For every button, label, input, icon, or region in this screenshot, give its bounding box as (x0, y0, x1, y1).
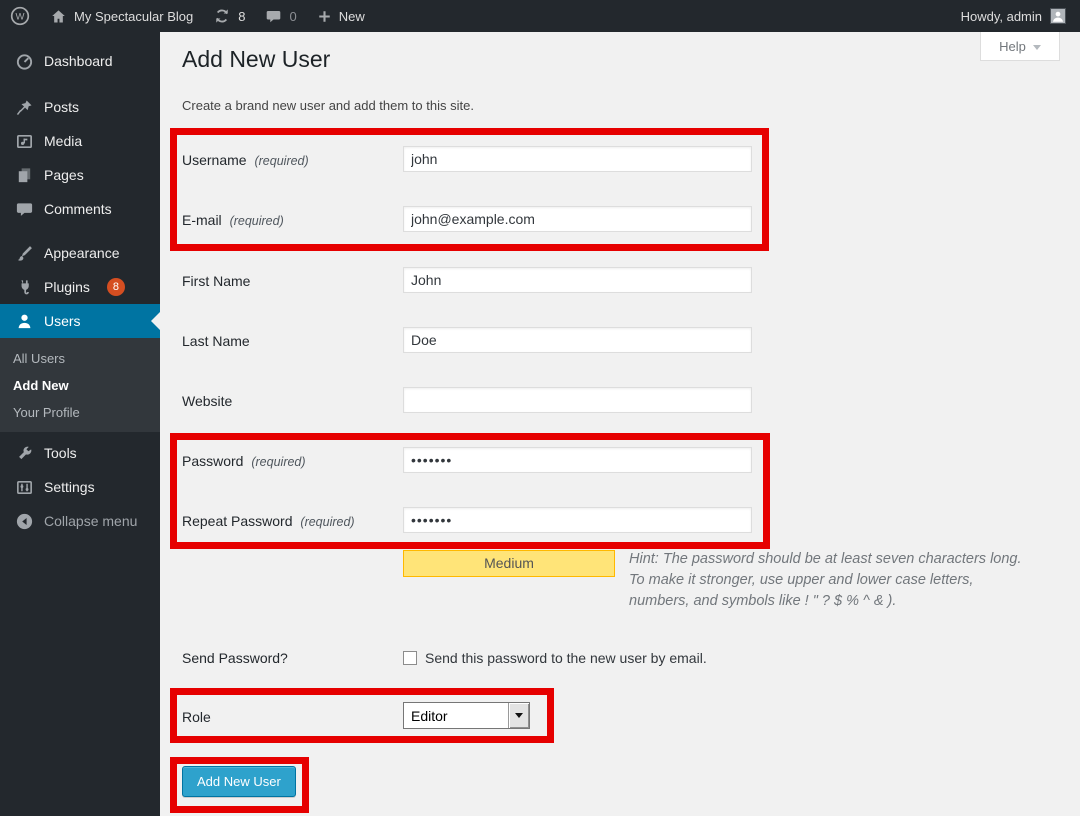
sidebar-item-appearance[interactable]: Appearance (0, 236, 160, 270)
submenu-item-your-profile[interactable]: Your Profile (0, 399, 160, 426)
settings-icon (14, 477, 34, 497)
required-hint: (required) (300, 515, 354, 529)
collapse-menu-button[interactable]: Collapse menu (0, 504, 160, 538)
users-submenu: All Users Add New Your Profile (0, 338, 160, 432)
wordpress-menu[interactable]: W (0, 0, 40, 32)
username-input[interactable] (403, 146, 752, 172)
users-icon (14, 311, 34, 331)
howdy-text: Howdy, admin (961, 9, 1042, 24)
sidebar-item-media[interactable]: Media (0, 124, 160, 158)
select-arrow-icon (515, 713, 523, 718)
media-icon (14, 131, 34, 151)
repeat-password-label-text: Repeat Password (182, 513, 293, 529)
role-selected-value: Editor (404, 703, 508, 728)
sidebar-item-posts[interactable]: Posts (0, 90, 160, 124)
repeat-password-label: Repeat Password (required) (182, 513, 355, 529)
repeat-password-input[interactable] (403, 507, 752, 533)
last-name-input[interactable] (403, 327, 752, 353)
sidebar-item-plugins[interactable]: Plugins 8 (0, 270, 160, 304)
password-label-text: Password (182, 453, 243, 469)
posts-icon (14, 97, 34, 117)
comments-link[interactable]: 0 (255, 0, 306, 32)
comments-icon (14, 199, 34, 219)
sidebar-item-label: Appearance (44, 245, 120, 261)
plugins-icon (14, 277, 34, 297)
sidebar-item-label: Media (44, 133, 82, 149)
sidebar-item-tools[interactable]: Tools (0, 436, 160, 470)
send-password-checkbox[interactable] (403, 651, 417, 665)
sidebar-item-label: Comments (44, 201, 112, 217)
comments-bubble-icon (265, 8, 282, 25)
sidebar-item-label: Users (44, 313, 81, 329)
sidebar-item-users[interactable]: Users (0, 304, 160, 338)
website-label: Website (182, 393, 232, 409)
chevron-down-icon (1033, 45, 1041, 50)
plugins-update-badge: 8 (107, 278, 125, 296)
submenu-item-add-new[interactable]: Add New (0, 372, 160, 399)
page-title: Add New User (182, 46, 330, 73)
sidebar-item-label: Posts (44, 99, 79, 115)
account-menu[interactable]: Howdy, admin (961, 0, 1080, 32)
tools-icon (14, 443, 34, 463)
sidebar-item-settings[interactable]: Settings (0, 470, 160, 504)
username-label-text: Username (182, 152, 247, 168)
email-input[interactable] (403, 206, 752, 232)
updates-icon (213, 7, 231, 25)
sidebar-item-label: Plugins (44, 279, 90, 295)
password-strength-indicator: Medium (403, 550, 615, 577)
required-hint: (required) (230, 214, 284, 228)
admin-bar: W My Spectacular Blog 8 0 New (0, 0, 1080, 32)
help-label: Help (999, 39, 1026, 54)
send-password-label: Send Password? (182, 650, 288, 666)
comments-count: 0 (289, 9, 296, 24)
sidebar-item-dashboard[interactable]: Dashboard (0, 44, 160, 78)
select-arrow-button (508, 703, 529, 728)
sidebar-item-label: Pages (44, 167, 84, 183)
site-name-link[interactable]: My Spectacular Blog (40, 0, 203, 32)
website-input[interactable] (403, 387, 752, 413)
password-hint-text: Hint: The password should be at least se… (629, 551, 1022, 609)
email-label: E-mail (required) (182, 212, 284, 228)
first-name-input[interactable] (403, 267, 752, 293)
appearance-icon (14, 243, 34, 263)
sidebar-item-label: Dashboard (44, 53, 113, 69)
avatar (1050, 8, 1066, 24)
new-label: New (339, 9, 365, 24)
collapse-menu-label: Collapse menu (44, 513, 137, 529)
first-name-label: First Name (182, 273, 250, 289)
required-hint: (required) (251, 455, 305, 469)
send-password-checkbox-text: Send this password to the new user by em… (425, 650, 707, 666)
admin-bar-left: W My Spectacular Blog 8 0 New (0, 0, 375, 32)
sidebar-item-comments[interactable]: Comments (0, 192, 160, 226)
dashboard-icon (14, 51, 34, 71)
sidebar-item-label: Settings (44, 479, 95, 495)
site-name: My Spectacular Blog (74, 9, 193, 24)
svg-text:W: W (16, 12, 25, 23)
password-hint-block: Medium Hint: The password should be at l… (403, 549, 1037, 612)
plus-icon (317, 9, 332, 24)
collapse-icon (14, 511, 34, 531)
sidebar: Dashboard Posts Media Pages Comments App… (0, 32, 160, 816)
sidebar-item-label: Tools (44, 445, 77, 461)
updates-count: 8 (238, 9, 245, 24)
role-select[interactable]: Editor (403, 702, 530, 729)
current-menu-arrow (151, 312, 160, 330)
add-new-user-button[interactable]: Add New User (182, 766, 296, 797)
email-label-text: E-mail (182, 212, 222, 228)
updates-link[interactable]: 8 (203, 0, 255, 32)
required-hint: (required) (254, 154, 308, 168)
password-label: Password (required) (182, 453, 306, 469)
pages-icon (14, 165, 34, 185)
submenu-item-all-users[interactable]: All Users (0, 345, 160, 372)
home-icon (50, 8, 67, 25)
password-input[interactable] (403, 447, 752, 473)
sidebar-item-pages[interactable]: Pages (0, 158, 160, 192)
page-subtitle: Create a brand new user and add them to … (182, 98, 474, 113)
username-label: Username (required) (182, 152, 309, 168)
role-label: Role (182, 709, 211, 725)
last-name-label: Last Name (182, 333, 250, 349)
wordpress-logo-icon: W (10, 6, 30, 26)
new-content-link[interactable]: New (307, 0, 375, 32)
help-tab-button[interactable]: Help (980, 32, 1060, 61)
